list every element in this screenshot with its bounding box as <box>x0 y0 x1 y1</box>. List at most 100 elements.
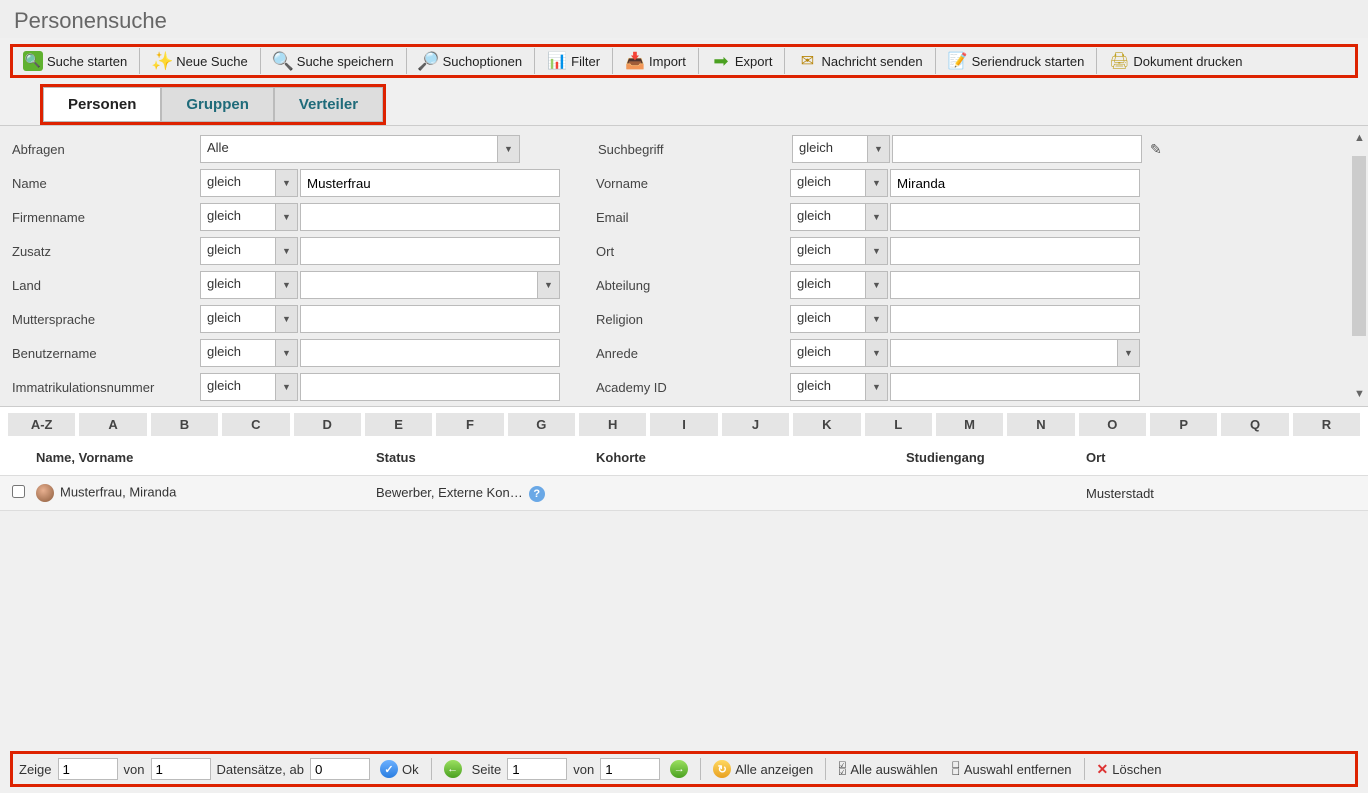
alle-auswaehlen-button[interactable]: ☑☑Alle auswählen <box>834 760 942 779</box>
alpha-filter-K[interactable]: K <box>793 413 860 436</box>
alle-anzeigen-button[interactable]: ↻Alle anzeigen <box>709 758 817 780</box>
alpha-filter-F[interactable]: F <box>436 413 503 436</box>
ab-input[interactable] <box>310 758 370 780</box>
vorname-input[interactable] <box>890 169 1140 197</box>
col-header-name[interactable]: Name, Vorname <box>36 450 376 465</box>
alpha-filter-B[interactable]: B <box>151 413 218 436</box>
academy id-input[interactable] <box>890 373 1140 401</box>
chevron-down-icon: ▼ <box>275 340 297 366</box>
abfragen-select[interactable]: Alle▼ <box>200 135 520 163</box>
von-input[interactable] <box>151 758 211 780</box>
alpha-filter-I[interactable]: I <box>650 413 717 436</box>
tab-personen[interactable]: Personen <box>43 87 161 122</box>
info-icon[interactable]: ? <box>529 486 545 502</box>
seite-input[interactable] <box>507 758 567 780</box>
table-row[interactable]: Musterfrau, Miranda Bewerber, Externe Ko… <box>0 475 1368 511</box>
muttersprache-input[interactable] <box>300 305 560 333</box>
row-checkbox[interactable] <box>12 485 25 498</box>
import-button[interactable]: 📥Import <box>617 47 694 75</box>
checkall-icon: ☑☑ <box>838 762 846 776</box>
message-icon: ✉ <box>797 51 817 71</box>
alpha-filter-J[interactable]: J <box>722 413 789 436</box>
field-label-Anrede: Anrede <box>588 346 788 361</box>
alpha-filter-A-Z[interactable]: A-Z <box>8 413 75 436</box>
alpha-filter-L[interactable]: L <box>865 413 932 436</box>
alpha-filter-G[interactable]: G <box>508 413 575 436</box>
abteilung-input[interactable] <box>890 271 1140 299</box>
suchbegriff-op[interactable]: gleich▼ <box>792 135 890 163</box>
anrede-input[interactable]: ▼ <box>890 339 1140 367</box>
datensaetze-label: Datensätze, ab <box>217 762 304 777</box>
email-input[interactable] <box>890 203 1140 231</box>
new-search-button[interactable]: ✨Neue Suche <box>144 47 256 75</box>
tab-gruppen[interactable]: Gruppen <box>161 87 274 122</box>
col-header-kohorte[interactable]: Kohorte <box>596 450 906 465</box>
alpha-filter-M[interactable]: M <box>936 413 1003 436</box>
benutzername-op[interactable]: gleich▼ <box>200 339 298 367</box>
religion-op[interactable]: gleich▼ <box>790 305 888 333</box>
academy id-op[interactable]: gleich▼ <box>790 373 888 401</box>
chevron-down-icon: ▼ <box>865 340 887 366</box>
alpha-filter-A[interactable]: A <box>79 413 146 436</box>
ort-op[interactable]: gleich▼ <box>790 237 888 265</box>
form-scrollbar[interactable]: ▲ ▼ <box>1350 126 1368 406</box>
alpha-filter-P[interactable]: P <box>1150 413 1217 436</box>
field-label-Firmenname: Firmenname <box>8 210 198 225</box>
col-header-studiengang[interactable]: Studiengang <box>906 450 1086 465</box>
row-ort: Musterstadt <box>1086 486 1356 501</box>
anrede-op[interactable]: gleich▼ <box>790 339 888 367</box>
field-label-Vorname: Vorname <box>588 176 788 191</box>
forward-button[interactable]: → <box>666 758 692 780</box>
send-message-button[interactable]: ✉Nachricht senden <box>789 47 930 75</box>
ok-button[interactable]: ✓Ok <box>376 758 423 780</box>
firmenname-op[interactable]: gleich▼ <box>200 203 298 231</box>
abteilung-op[interactable]: gleich▼ <box>790 271 888 299</box>
col-header-ort[interactable]: Ort <box>1086 450 1356 465</box>
alpha-filter-E[interactable]: E <box>365 413 432 436</box>
email-op[interactable]: gleich▼ <box>790 203 888 231</box>
alpha-filter-R[interactable]: R <box>1293 413 1360 436</box>
chevron-down-icon: ▼ <box>275 204 297 230</box>
benutzername-input[interactable] <box>300 339 560 367</box>
serial-print-button[interactable]: 📝Seriendruck starten <box>940 47 1093 75</box>
print-document-button[interactable]: 🖨Dokument drucken <box>1101 47 1250 75</box>
suchbegriff-input[interactable] <box>892 135 1142 163</box>
zusatz-op[interactable]: gleich▼ <box>200 237 298 265</box>
immatrikulationsnummer-input[interactable] <box>300 373 560 401</box>
scroll-down-icon[interactable]: ▼ <box>1354 388 1365 400</box>
vorname-op[interactable]: gleich▼ <box>790 169 888 197</box>
alpha-filter-N[interactable]: N <box>1007 413 1074 436</box>
ort-input[interactable] <box>890 237 1140 265</box>
filter-button[interactable]: 📊Filter <box>539 47 608 75</box>
scrollbar-thumb[interactable] <box>1352 156 1366 336</box>
land-op[interactable]: gleich▼ <box>200 271 298 299</box>
religion-input[interactable] <box>890 305 1140 333</box>
search-start-button[interactable]: 🔍Suche starten <box>15 47 135 75</box>
muttersprache-op[interactable]: gleich▼ <box>200 305 298 333</box>
search-options-button[interactable]: 🔎Suchoptionen <box>411 47 531 75</box>
back-button[interactable]: ← <box>440 758 466 780</box>
scroll-up-icon[interactable]: ▲ <box>1354 132 1365 144</box>
von2-input[interactable] <box>600 758 660 780</box>
zeige-input[interactable] <box>58 758 118 780</box>
export-button[interactable]: ➡Export <box>703 47 781 75</box>
land-input[interactable]: ▼ <box>300 271 560 299</box>
col-header-status[interactable]: Status <box>376 450 596 465</box>
chevron-down-icon: ▼ <box>867 136 889 162</box>
zusatz-input[interactable] <box>300 237 560 265</box>
alpha-filter-H[interactable]: H <box>579 413 646 436</box>
name-op[interactable]: gleich▼ <box>200 169 298 197</box>
alpha-filter-D[interactable]: D <box>294 413 361 436</box>
name-input[interactable] <box>300 169 560 197</box>
loeschen-button[interactable]: ✕Löschen <box>1093 759 1166 780</box>
tab-verteiler[interactable]: Verteiler <box>274 87 383 122</box>
edit-icon[interactable]: ✎ <box>1150 141 1162 158</box>
immatrikulationsnummer-op[interactable]: gleich▼ <box>200 373 298 401</box>
auswahl-entfernen-button[interactable]: ☐☐Auswahl entfernen <box>948 760 1076 779</box>
chevron-down-icon: ▼ <box>275 306 297 332</box>
alpha-filter-Q[interactable]: Q <box>1221 413 1288 436</box>
save-search-button[interactable]: 🔍Suche speichern <box>265 47 402 75</box>
alpha-filter-O[interactable]: O <box>1079 413 1146 436</box>
alpha-filter-C[interactable]: C <box>222 413 289 436</box>
firmenname-input[interactable] <box>300 203 560 231</box>
